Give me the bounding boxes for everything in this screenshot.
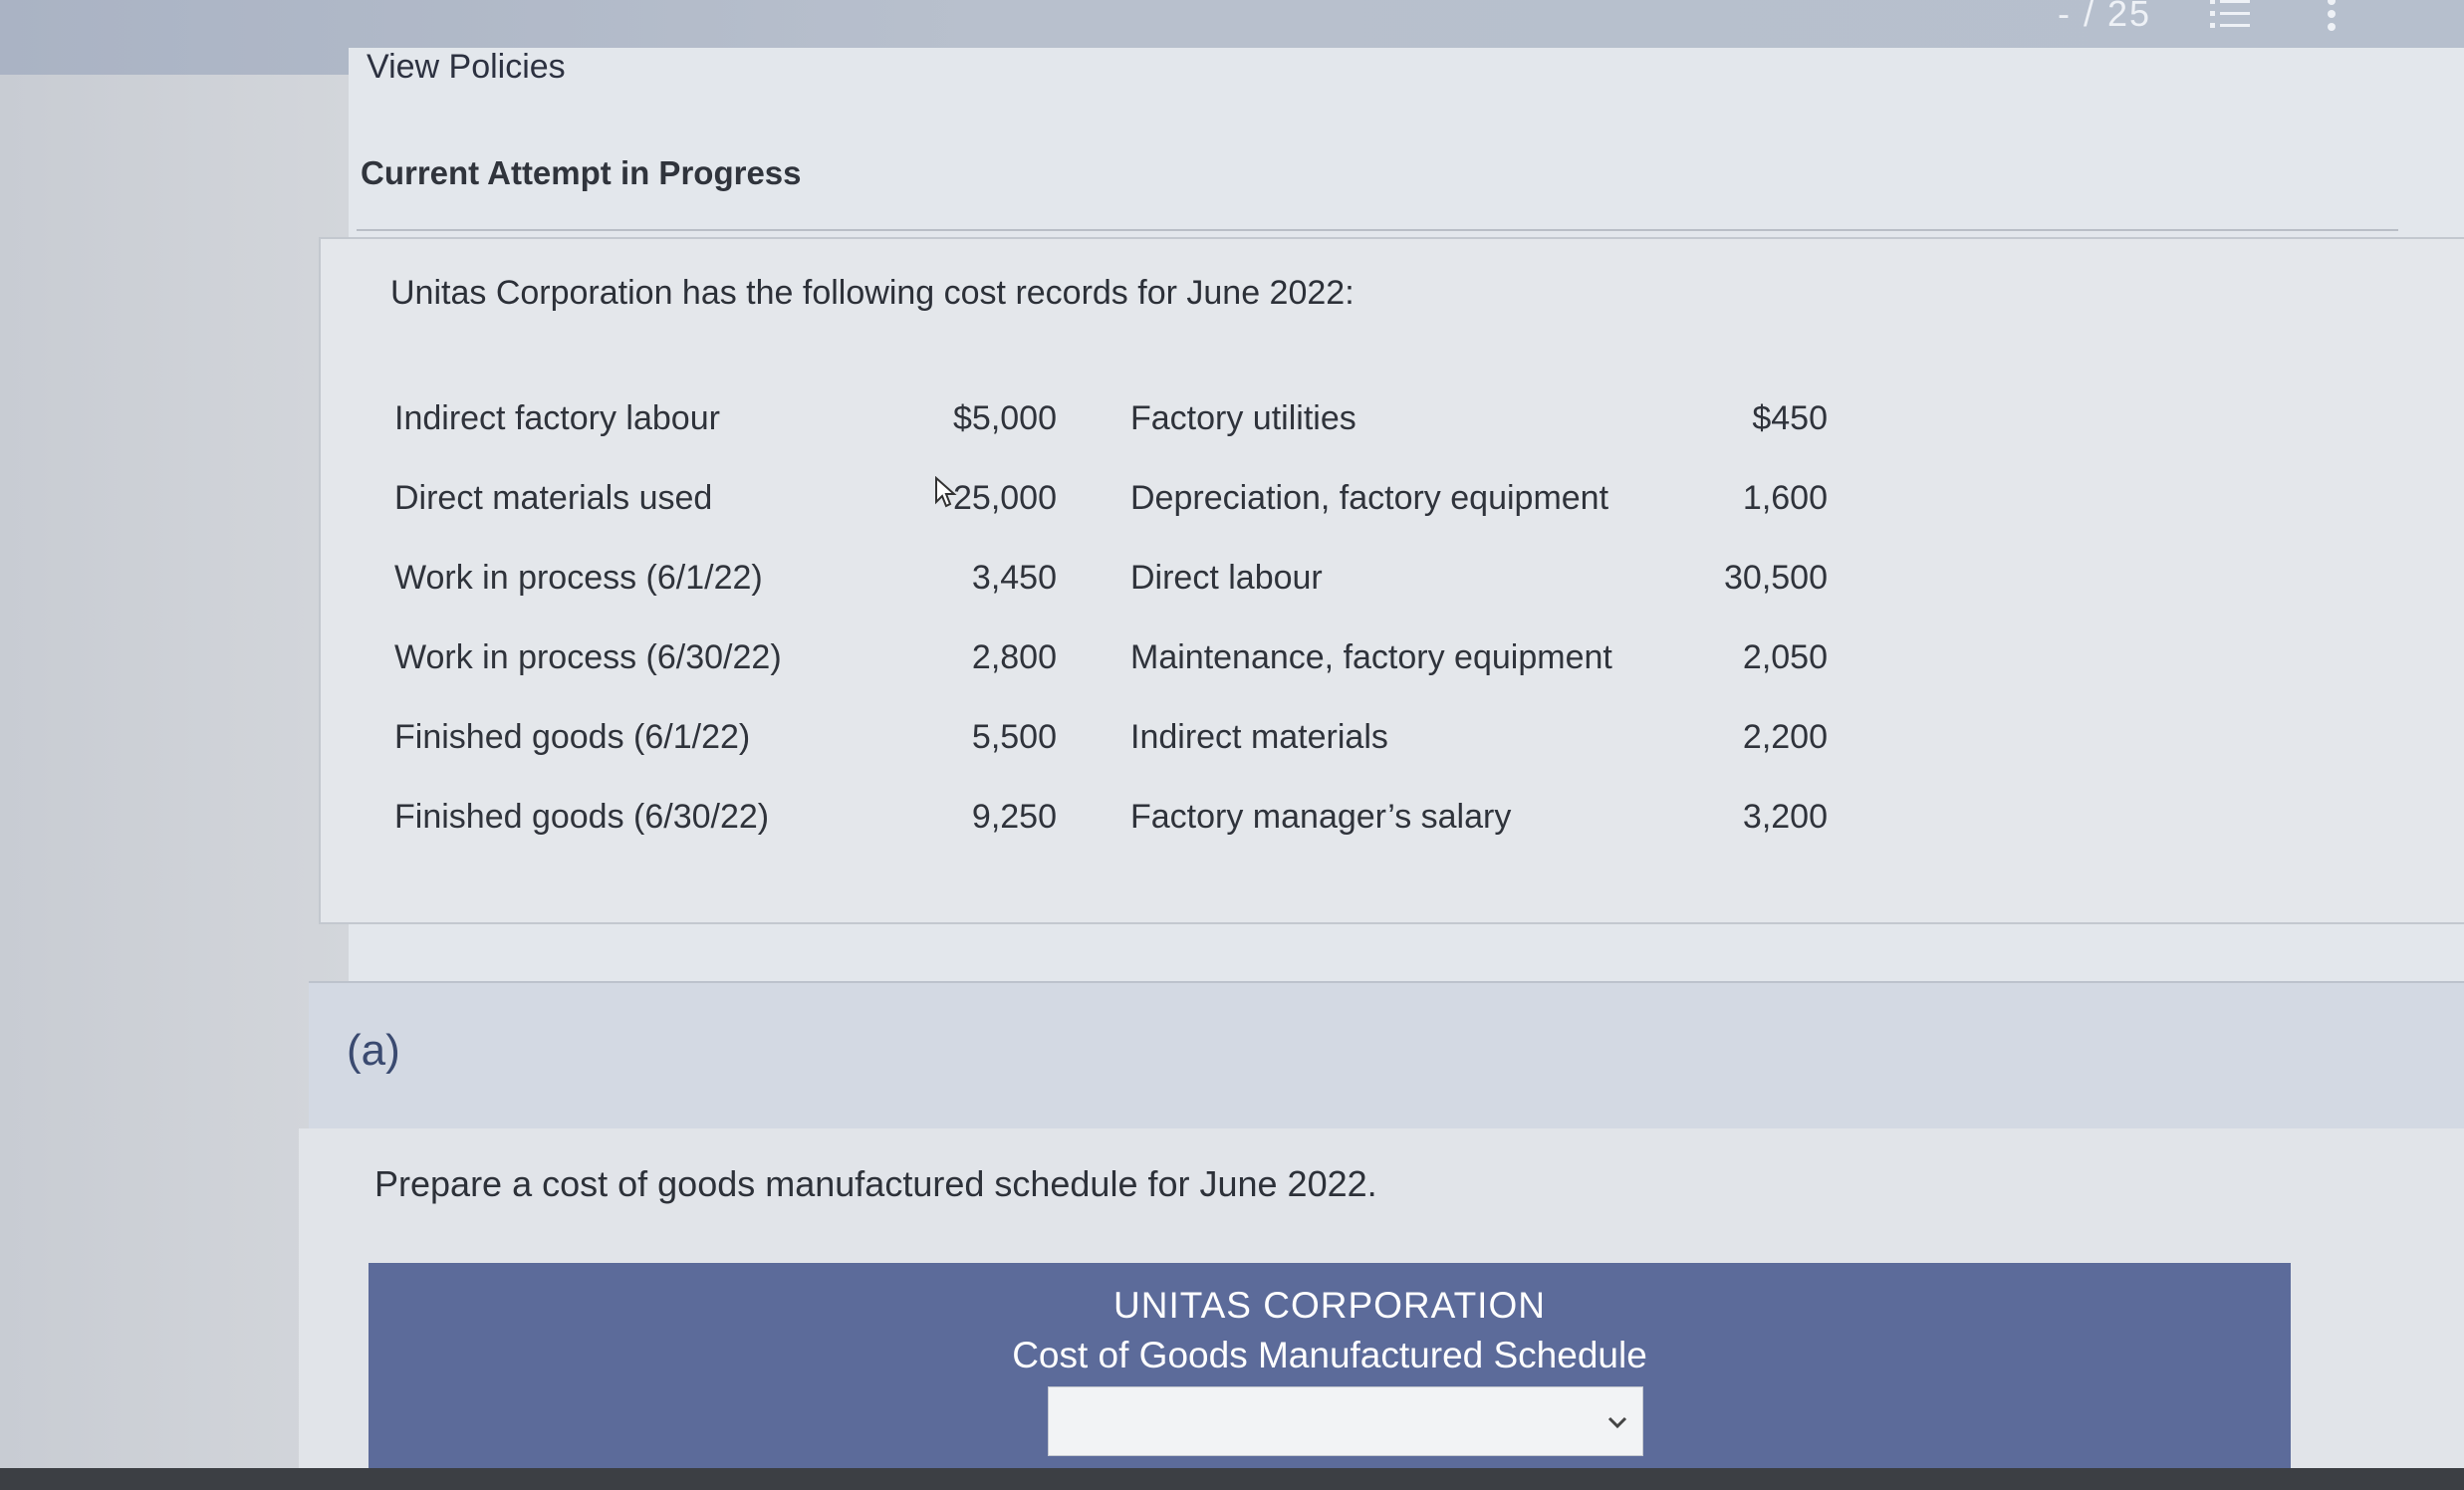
cost-amount: $450 [1752, 398, 1828, 437]
cost-amount: 3,200 [1742, 797, 1828, 836]
cost-amount: 2,050 [1742, 637, 1828, 676]
cost-records-table: Indirect factory labour $5,000 Factory u… [378, 378, 1828, 857]
toolbar-controls: - / 25 [2058, 0, 2354, 34]
cost-label: Work in process (6/30/22) [394, 637, 782, 676]
cost-label: Work in process (6/1/22) [394, 558, 763, 597]
cost-label: Indirect materials [1130, 717, 1388, 756]
table-row: Work in process (6/30/22) 2,800 Maintena… [378, 618, 1828, 697]
cost-label: Depreciation, factory equipment [1130, 478, 1609, 517]
table-row: Work in process (6/1/22) 3,450 Direct la… [378, 538, 1828, 618]
schedule-title: Cost of Goods Manufactured Schedule [1012, 1335, 1647, 1375]
cost-amount: 25,000 [953, 478, 1057, 517]
part-label: (a) [347, 1026, 400, 1075]
cost-label: Maintenance, factory equipment [1130, 637, 1612, 676]
cost-amount: 2,800 [971, 637, 1057, 676]
problem-intro: Unitas Corporation has the following cos… [390, 274, 1355, 312]
cost-label: Finished goods (6/1/22) [394, 717, 751, 756]
chevron-down-icon [1602, 1407, 1632, 1437]
cost-label: Factory manager’s salary [1130, 797, 1512, 836]
view-policies-link[interactable]: View Policies [367, 48, 566, 87]
table-row: Indirect factory labour $5,000 Factory u… [378, 378, 1828, 458]
attempt-status-heading: Current Attempt in Progress [361, 154, 802, 191]
list-icon[interactable] [2207, 0, 2253, 34]
bottom-bar [0, 1468, 2464, 1490]
cost-label: Factory utilities [1130, 398, 1356, 437]
table-row: Finished goods (6/30/22) 9,250 Factory m… [378, 777, 1828, 857]
mouse-cursor-icon [934, 475, 958, 510]
cost-amount: 5,500 [971, 717, 1057, 756]
page-count: - / 25 [2057, 0, 2151, 34]
part-a-header [309, 981, 2464, 1132]
left-margin [0, 75, 349, 1489]
schedule-company: UNITAS CORPORATION [1113, 1285, 1546, 1326]
table-row: Finished goods (6/1/22) 5,500 Indirect m… [378, 697, 1828, 777]
cost-label: Indirect factory labour [394, 398, 720, 437]
schedule-header: UNITAS CORPORATION Cost of Goods Manufac… [369, 1263, 2291, 1474]
part-instruction: Prepare a cost of goods manufactured sch… [374, 1163, 1377, 1204]
cost-amount: 3,450 [971, 558, 1057, 597]
cost-amount: 30,500 [1724, 558, 1828, 597]
cost-amount: $5,000 [953, 398, 1057, 437]
cost-label: Direct labour [1130, 558, 1323, 597]
cost-amount: 9,250 [971, 797, 1057, 836]
cost-label: Direct materials used [394, 478, 713, 517]
divider [357, 229, 2398, 231]
more-vertical-icon[interactable] [2309, 0, 2354, 34]
cost-amount: 1,600 [1742, 478, 1828, 517]
table-row: Direct materials used 25,000 Depreciatio… [378, 458, 1828, 538]
cost-label: Finished goods (6/30/22) [394, 797, 770, 836]
period-dropdown[interactable] [1048, 1386, 1643, 1456]
cost-amount: 2,200 [1742, 717, 1828, 756]
